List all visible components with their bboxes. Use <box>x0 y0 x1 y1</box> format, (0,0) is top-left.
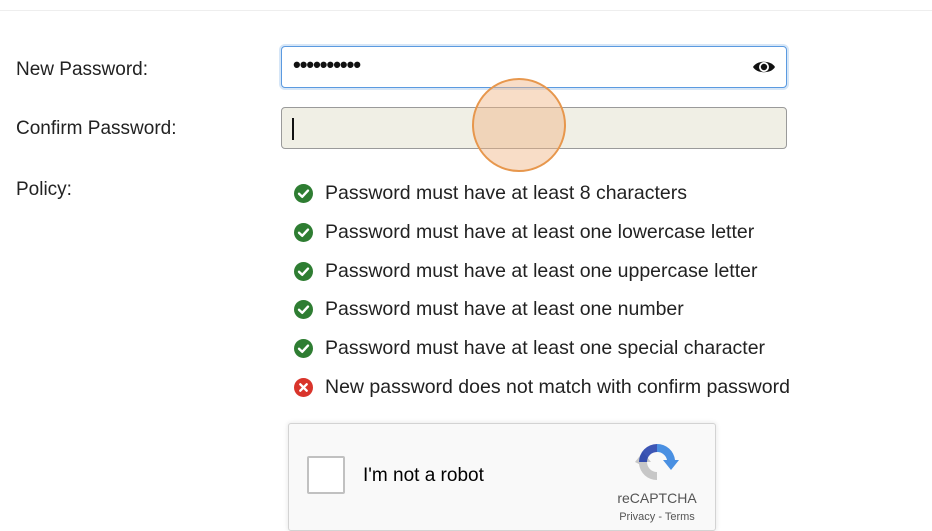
text-caret <box>292 118 294 140</box>
check-circle-icon <box>294 184 313 203</box>
policy-label: Policy: <box>16 179 72 200</box>
policy-text: Password must have at least one lowercas… <box>325 220 755 243</box>
policy-item: New password does not match with confirm… <box>294 375 790 414</box>
recaptcha-label: I'm not a robot <box>363 465 484 486</box>
check-circle-icon <box>294 222 313 242</box>
x-circle-icon <box>294 377 313 397</box>
policy-text: Password must have at least one uppercas… <box>325 259 758 282</box>
eye-icon[interactable] <box>752 58 776 76</box>
touch-indicator <box>472 78 566 172</box>
policy-list: Password must have at least 8 characters… <box>294 181 790 414</box>
confirm-password-label: Confirm Password: <box>16 118 177 139</box>
policy-item: Password must have at least one number <box>294 297 790 336</box>
terms-link[interactable]: Terms <box>665 511 695 523</box>
policy-item: Password must have at least one lowercas… <box>294 220 790 259</box>
check-circle-icon <box>294 339 313 359</box>
recaptcha-checkbox[interactable] <box>307 456 345 494</box>
policy-item: Password must have at least one uppercas… <box>294 259 790 298</box>
recaptcha-brand: reCAPTCHA <box>617 490 697 506</box>
change-password-page: New Password: •••••••••• Confirm Passwor… <box>0 0 932 531</box>
policy-text: Password must have at least one special … <box>325 337 766 360</box>
new-password-label: New Password: <box>16 59 148 80</box>
recaptcha-widget: I'm not a robot reCAPTCHA Privacy - Term… <box>288 423 716 531</box>
policy-text: Password must have at least 8 characters <box>325 182 687 204</box>
policy-item: Password must have at least one special … <box>294 336 790 375</box>
top-divider <box>0 10 932 11</box>
check-circle-icon <box>294 261 313 281</box>
policy-text: Password must have at least one number <box>325 298 684 321</box>
privacy-link[interactable]: Privacy <box>619 511 655 523</box>
recaptcha-logo-icon <box>635 440 679 484</box>
new-password-value: •••••••••• <box>293 52 361 77</box>
check-circle-icon <box>294 300 313 320</box>
policy-item: Password must have at least 8 characters <box>294 181 790 220</box>
recaptcha-links: Privacy - Terms <box>589 510 725 524</box>
link-separator: - <box>655 511 665 523</box>
policy-text: New password does not match with confirm… <box>325 375 790 398</box>
